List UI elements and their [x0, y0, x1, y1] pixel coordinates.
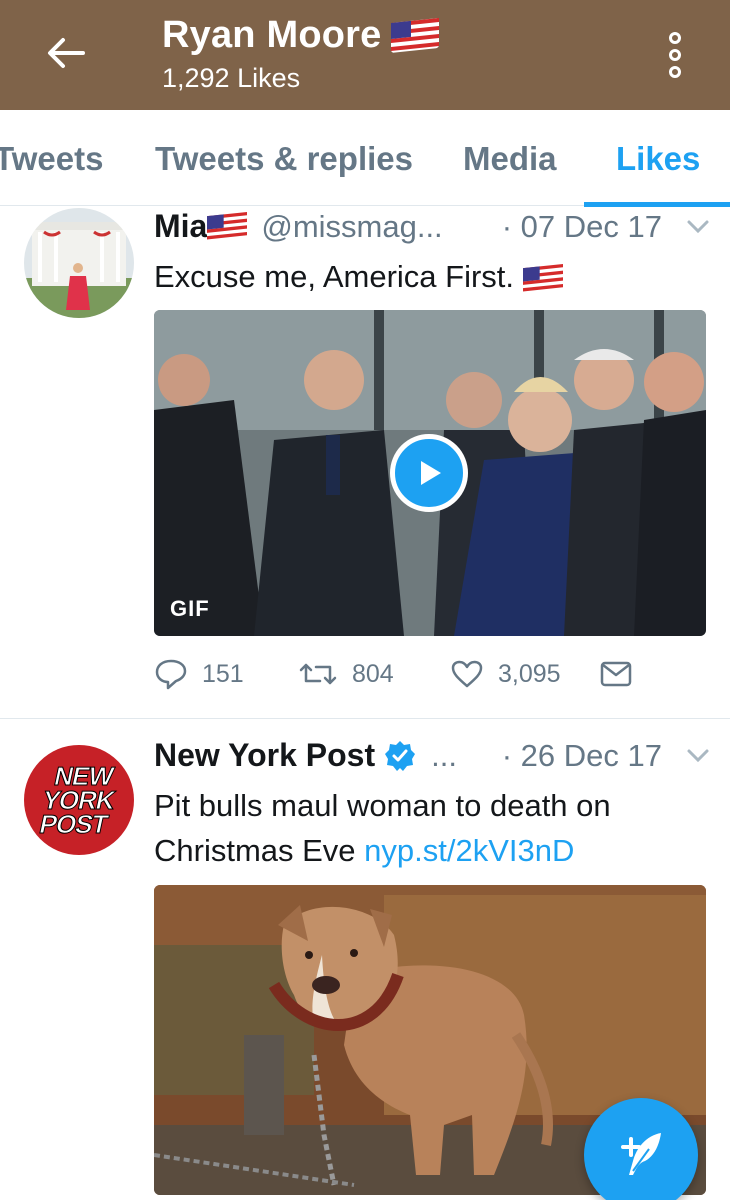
verified-badge-icon [385, 740, 416, 771]
gif-badge: GIF [170, 596, 210, 621]
tweet-text: Pit bulls maul woman to death on Christm… [154, 788, 611, 868]
avatar[interactable] [24, 208, 134, 318]
play-button[interactable] [390, 434, 468, 512]
tweet-date: · 26 Dec 17 [501, 737, 662, 773]
retweet-icon [299, 663, 337, 685]
arrow-left-icon [48, 38, 85, 68]
reply-count: 151 [202, 659, 244, 688]
tweet-date: · 07 Dec 17 [501, 208, 662, 244]
tweet-author-name[interactable]: Mia [154, 208, 207, 245]
tweet-gif[interactable]: GIF [154, 310, 706, 636]
us-flag-icon [391, 17, 440, 53]
compose-tweet-icon [621, 1133, 661, 1175]
tweet-actions: 151 804 3,095 [154, 658, 654, 690]
play-icon [421, 461, 441, 485]
retweet-button[interactable]: 804 [298, 659, 450, 689]
more-vertical-icon [669, 32, 681, 44]
reply-icon [155, 659, 187, 690]
tweet-text: Excuse me, America First. [154, 254, 706, 299]
tweet-author-handle[interactable]: ... [431, 738, 457, 774]
us-flag-icon [522, 263, 563, 293]
tab-tweets[interactable]: Tweets [0, 140, 103, 178]
back-button[interactable] [40, 30, 90, 76]
direct-message-button[interactable] [600, 661, 632, 687]
heart-icon [451, 660, 483, 688]
compose-tweet-button[interactable] [584, 1098, 698, 1200]
likes-count: 1,292 Likes [162, 63, 301, 93]
us-flag-icon [207, 211, 248, 241]
chevron-down-icon[interactable] [686, 219, 710, 235]
tweet-author-handle[interactable]: @missmag... [261, 209, 442, 245]
chevron-down-icon[interactable] [686, 748, 710, 764]
nypost-logo: NEW YORK POST [37, 761, 118, 840]
tweet-link[interactable]: nyp.st/2kVI3nD [364, 833, 574, 868]
retweet-count: 804 [352, 659, 394, 688]
avatar[interactable]: NEW YORK POST [24, 745, 134, 855]
more-options-button[interactable] [660, 30, 690, 80]
tweet-author-name[interactable]: New York Post [154, 737, 375, 774]
tab-likes[interactable]: Likes [616, 140, 700, 178]
like-button[interactable]: 3,095 [450, 659, 600, 689]
app-bar: Ryan Moore 1,292 Likes [0, 0, 730, 110]
tab-tweets-replies[interactable]: Tweets & replies [155, 140, 413, 178]
tab-media[interactable]: Media [463, 140, 557, 178]
tweet-item[interactable]: Mia @missmag... · 07 Dec 17 Excuse me, A… [0, 206, 730, 718]
profile-name: Ryan Moore [162, 14, 382, 56]
profile-tabs: Tweets Tweets & replies Media Likes [0, 110, 730, 207]
envelope-icon [600, 661, 632, 687]
reply-button[interactable]: 151 [154, 658, 298, 690]
like-count: 3,095 [498, 659, 561, 688]
